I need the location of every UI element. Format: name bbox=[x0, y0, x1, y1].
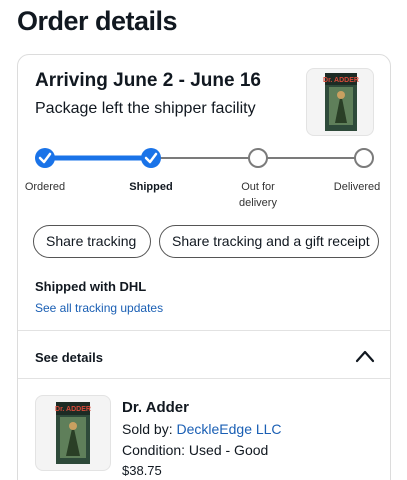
item-title[interactable]: Dr. Adder bbox=[122, 399, 189, 416]
tracker-graphic bbox=[35, 148, 374, 168]
carrier-label: Shipped with DHL bbox=[35, 279, 147, 294]
cover-title-text: Dr. ADDER bbox=[55, 406, 91, 413]
share-tracking-button[interactable]: Share tracking bbox=[33, 225, 151, 258]
item-condition: Condition: Used - Good bbox=[122, 442, 269, 458]
step-out-for-delivery-icon bbox=[248, 148, 268, 168]
step-label-shipped: Shipped bbox=[129, 181, 173, 193]
page-title: Order details bbox=[17, 6, 178, 36]
delivery-tracker: Ordered Shipped Out for delivery Deliver… bbox=[18, 139, 390, 219]
see-details-toggle[interactable]: See details bbox=[35, 350, 103, 365]
shipment-status: Package left the shipper facility bbox=[35, 100, 256, 117]
order-card: Arriving June 2 - June 16 Package left t… bbox=[17, 54, 391, 480]
item-thumbnail[interactable]: Dr. ADDER bbox=[306, 68, 374, 136]
arrival-window: Arriving June 2 - June 16 bbox=[35, 70, 261, 91]
book-cover-image: Dr. ADDER bbox=[323, 73, 359, 131]
item-image[interactable]: Dr. ADDER bbox=[35, 395, 111, 471]
section-divider bbox=[18, 330, 390, 331]
sold-by-label: Sold by: bbox=[122, 421, 177, 437]
step-label-ordered: Ordered bbox=[24, 181, 66, 193]
seller-link[interactable]: DeckleEdge LLC bbox=[176, 421, 281, 437]
step-ordered-check-icon bbox=[35, 148, 55, 168]
seller-line: Sold by: DeckleEdge LLC bbox=[122, 421, 282, 437]
step-shipped-check-icon bbox=[141, 148, 161, 168]
share-tracking-gift-receipt-button[interactable]: Share tracking and a gift receipt bbox=[159, 225, 379, 258]
chevron-up-icon[interactable] bbox=[354, 347, 376, 365]
item-price: $38.75 bbox=[122, 463, 162, 478]
step-label-delivered: Delivered bbox=[333, 181, 381, 193]
book-cover-image: Dr. ADDER bbox=[55, 402, 91, 464]
step-label-out-for-delivery: Out for delivery bbox=[239, 181, 277, 209]
cover-title-text: Dr. ADDER bbox=[323, 77, 359, 84]
see-tracking-updates-link[interactable]: See all tracking updates bbox=[35, 301, 163, 315]
section-divider bbox=[18, 378, 390, 379]
step-delivered-icon bbox=[354, 148, 374, 168]
